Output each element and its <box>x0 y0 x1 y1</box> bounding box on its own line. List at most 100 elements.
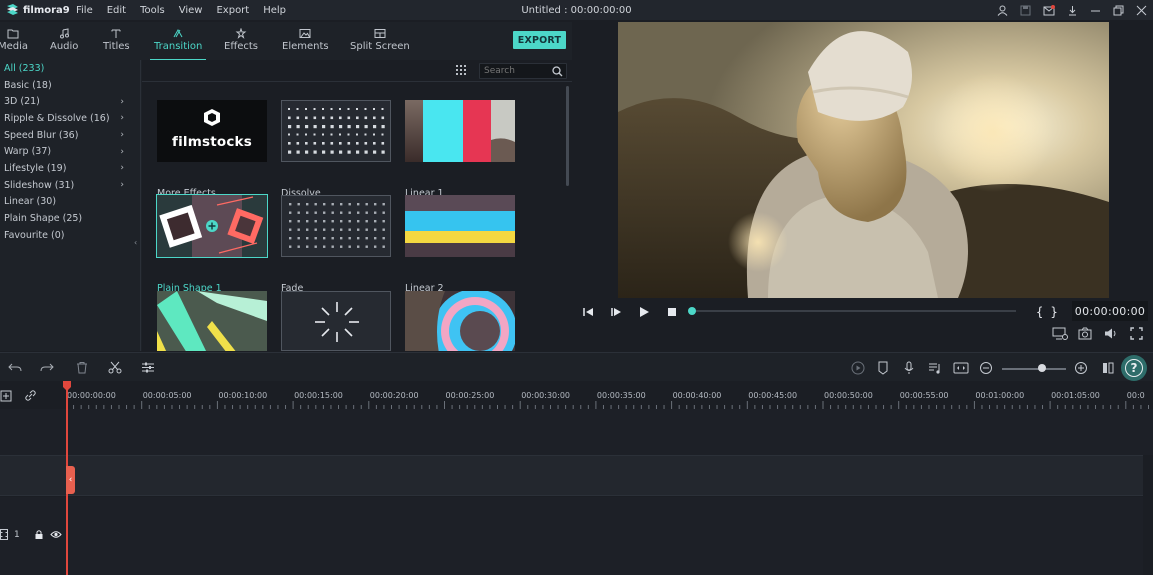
next-frame-icon[interactable] <box>610 306 622 318</box>
tab-split-screen[interactable]: Split Screen <box>350 28 410 60</box>
export-button[interactable]: EXPORT <box>513 31 566 49</box>
redo-icon[interactable] <box>40 361 54 374</box>
menu-tools[interactable]: Tools <box>140 5 165 16</box>
lock-icon[interactable] <box>34 529 44 540</box>
thumbnail-spinner[interactable] <box>281 291 391 351</box>
scrollbar[interactable] <box>566 86 569 186</box>
zoom-in-icon[interactable] <box>1074 361 1088 375</box>
ruler-ticks <box>66 401 1150 409</box>
mark-in-out-icon[interactable]: { } <box>1034 305 1064 319</box>
tab-transition[interactable]: Transition <box>150 28 207 61</box>
layout-icon[interactable] <box>1101 361 1115 375</box>
save-icon[interactable] <box>1020 5 1031 16</box>
thumbnail-circle[interactable] <box>405 291 515 351</box>
thumbnail-plain-shape-1[interactable] <box>156 194 268 258</box>
tab-audio[interactable]: Audio <box>50 28 78 60</box>
tab-titles[interactable]: Titles <box>103 28 130 60</box>
menu-export[interactable]: Export <box>216 5 249 16</box>
undo-icon[interactable] <box>8 361 22 374</box>
category-item[interactable]: Slideshow (31) › <box>0 177 140 194</box>
voiceover-icon[interactable] <box>953 361 969 375</box>
category-label: Slideshow (31) <box>4 179 75 191</box>
chevron-right-icon[interactable]: › <box>120 130 124 140</box>
mail-icon[interactable] <box>1043 4 1055 16</box>
adjust-icon[interactable] <box>141 361 155 374</box>
render-preview-icon[interactable] <box>851 361 865 375</box>
delete-icon[interactable] <box>75 361 89 374</box>
chevron-right-icon[interactable]: › <box>120 163 124 173</box>
tab-effects[interactable]: Effects <box>224 28 258 60</box>
add-track-icon[interactable] <box>0 390 14 402</box>
category-item[interactable]: Ripple & Dissolve (16) › <box>0 110 140 127</box>
chevron-right-icon[interactable]: › <box>120 97 124 107</box>
category-label: Speed Blur (36) <box>4 129 79 141</box>
thumbnail-linear-2[interactable] <box>405 195 515 257</box>
cut-icon[interactable] <box>108 361 122 374</box>
close-icon[interactable] <box>1136 5 1147 16</box>
chevron-right-icon[interactable]: › <box>120 180 124 190</box>
minimize-icon[interactable] <box>1090 5 1101 16</box>
category-item[interactable]: Lifestyle (19) › <box>0 160 140 177</box>
help-button[interactable]: ? <box>1121 355 1147 381</box>
category-label: Linear (30) <box>4 196 57 208</box>
snapshot-icon[interactable] <box>1078 327 1092 340</box>
folder-icon <box>7 29 19 39</box>
chevron-right-icon[interactable]: › <box>120 147 124 157</box>
menu-view[interactable]: View <box>179 5 203 16</box>
category-item[interactable]: Favourite (0) <box>0 227 140 244</box>
film-track-icon <box>0 529 8 540</box>
marker-icon[interactable] <box>877 361 889 375</box>
timeline-track-drop-zone[interactable] <box>0 455 1143 496</box>
drag-clip-indicator[interactable]: ‹ <box>66 466 75 494</box>
timeline-track-video-1[interactable] <box>0 497 1143 575</box>
download-icon[interactable] <box>1067 5 1078 16</box>
restore-icon[interactable] <box>1113 5 1124 16</box>
category-item[interactable]: Warp (37) › <box>0 143 140 160</box>
volume-icon[interactable] <box>1104 327 1118 340</box>
category-item[interactable]: All (233) <box>0 60 140 77</box>
tab-media[interactable]: Media <box>0 28 28 60</box>
category-item[interactable]: Linear (30) <box>0 194 140 211</box>
tab-elements[interactable]: Elements <box>282 28 329 60</box>
thumbnail-more-effects[interactable]: filmstocks <box>157 100 267 162</box>
search-icon[interactable] <box>552 66 563 77</box>
grid-view-icon[interactable] <box>455 64 467 76</box>
menu-file[interactable]: File <box>76 5 93 16</box>
help-icon: ? <box>1125 359 1143 377</box>
search-input[interactable] <box>484 66 550 76</box>
search-bar <box>142 60 572 82</box>
thumbnail-dissolve[interactable] <box>281 100 391 162</box>
audio-mixer-icon[interactable] <box>928 361 942 375</box>
thumbnail-linear-1[interactable] <box>405 100 515 162</box>
chevron-right-icon[interactable]: › <box>120 113 124 123</box>
category-item[interactable]: Speed Blur (36) › <box>0 127 140 144</box>
ruler-timestamp: 00:00:25:00 <box>445 391 495 400</box>
account-icon[interactable] <box>997 5 1008 16</box>
display-settings-icon[interactable] <box>1052 327 1068 340</box>
microphone-icon[interactable] <box>903 361 915 375</box>
link-icon[interactable] <box>24 389 37 402</box>
ruler-timestamp: 00:00:15:00 <box>294 391 343 400</box>
eye-icon[interactable] <box>50 530 62 539</box>
linear1-preview <box>405 100 515 162</box>
previous-frame-icon[interactable] <box>582 306 594 318</box>
zoom-slider-handle[interactable] <box>1038 364 1046 372</box>
play-icon[interactable] <box>638 306 650 318</box>
menu-help[interactable]: Help <box>263 5 286 16</box>
timeline-track-empty[interactable] <box>0 409 1153 455</box>
thumbnail-shape-2[interactable] <box>157 291 267 351</box>
category-item[interactable]: Basic (18) <box>0 77 140 94</box>
collapse-panel-icon[interactable]: ‹ <box>134 238 137 247</box>
thumbnail-fade[interactable] <box>281 195 391 257</box>
stop-icon[interactable] <box>666 306 678 318</box>
category-item[interactable]: Plain Shape (25) <box>0 210 140 227</box>
timeline-ruler[interactable]: 00:00:00:00 00:00:05:00 00:00:10:00 00:00:1… <box>0 381 1153 409</box>
playback-progress-track[interactable] <box>690 310 1016 312</box>
category-item[interactable]: 3D (21) › <box>0 93 140 110</box>
playback-progress-handle[interactable] <box>688 307 696 315</box>
ruler-timestamp: 00:00:05:00 <box>142 391 192 400</box>
zoom-out-icon[interactable] <box>979 361 993 375</box>
fullscreen-icon[interactable] <box>1130 327 1143 340</box>
zoom-slider-track[interactable] <box>1002 368 1066 370</box>
menu-edit[interactable]: Edit <box>107 5 126 16</box>
